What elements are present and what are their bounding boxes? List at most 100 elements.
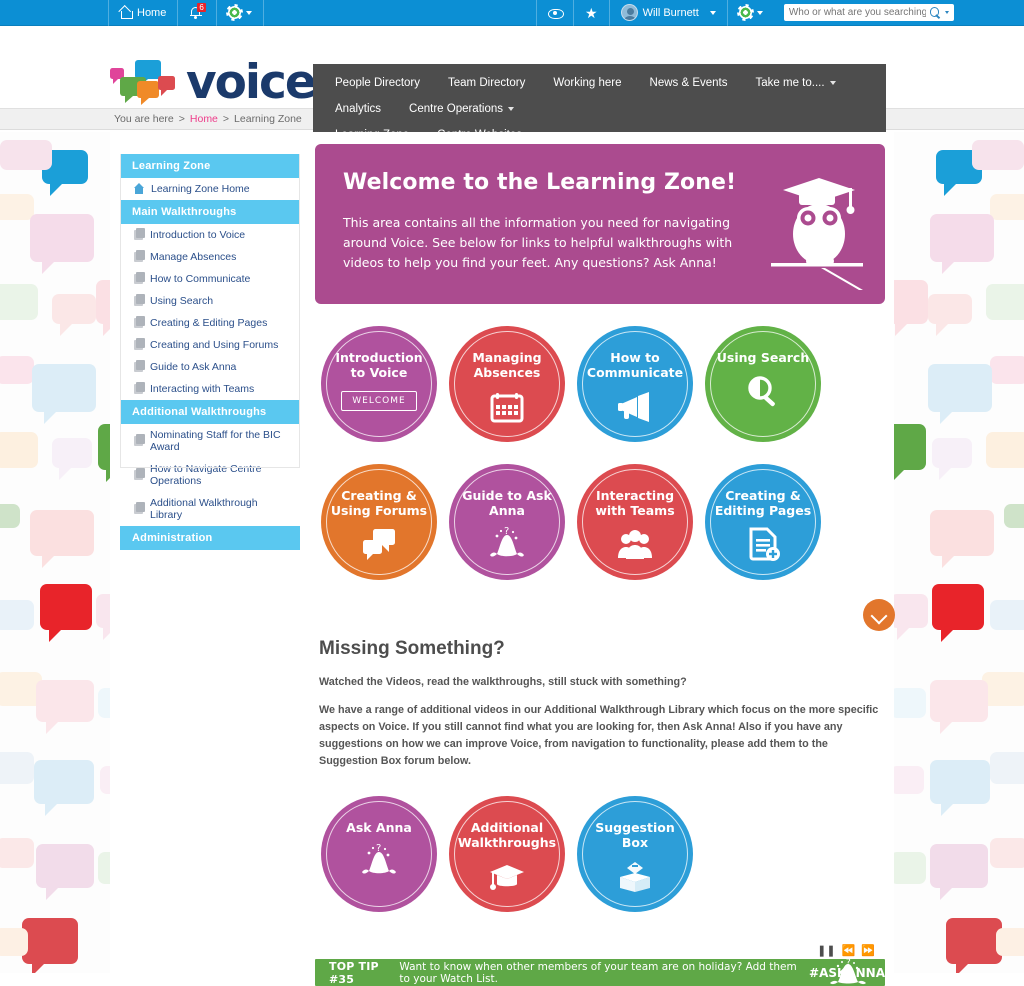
bell-icon: 6: [189, 2, 206, 21]
svg-text:?: ?: [504, 527, 509, 537]
page-icon: [134, 272, 145, 284]
nav-label: Centre Operations: [409, 103, 503, 115]
chevron-down-icon: [246, 10, 253, 15]
tile-ask-anna[interactable]: Ask Anna?: [321, 796, 437, 912]
voice-logo[interactable]: voice: [110, 55, 317, 110]
tile-title: Creating & Using Forums: [330, 488, 428, 518]
gear-icon: [228, 6, 242, 19]
top-utility-bar: Home 6 ★ Will Burnett: [0, 0, 1024, 26]
tile-title: Guide to Ask Anna: [462, 488, 552, 518]
decorative-speech-bubble: [928, 364, 992, 424]
calendar-icon: [489, 389, 525, 423]
nav-label: Take me to....: [755, 77, 825, 89]
decorative-speech-bubble: [930, 680, 988, 734]
ticker-pause-button[interactable]: ❚❚: [817, 946, 835, 957]
sidebar-item-label: Learning Zone Home: [151, 183, 250, 195]
sidebar-item[interactable]: Creating & Editing Pages: [120, 312, 300, 334]
gear-icon: [738, 6, 752, 19]
ticker-controls: ❚❚ ⏪ ⏩: [315, 946, 885, 957]
decorative-speech-bubble: [986, 284, 1024, 320]
nav-item-working-here[interactable]: Working here: [539, 70, 635, 96]
notifications-button[interactable]: 6: [178, 0, 216, 26]
sidebar-item-label: Nominating Staff for the BIC Award: [150, 429, 281, 453]
tile-title: Additional Walkthroughs: [457, 820, 557, 850]
breadcrumb-link-home[interactable]: Home: [190, 113, 218, 125]
search-icon[interactable]: [929, 7, 941, 18]
sidebar-item[interactable]: How to Navigate Centre Operations: [120, 458, 300, 492]
sidebar-item[interactable]: Interacting with Teams: [120, 378, 300, 400]
document-plus-icon: [745, 527, 781, 561]
decorative-speech-bubble: [930, 510, 994, 568]
nav-item-news-events[interactable]: News & Events: [636, 70, 742, 96]
sidebar-section-header[interactable]: Main Walkthroughs: [120, 200, 300, 224]
sidebar-item[interactable]: Creating and Using Forums: [120, 334, 300, 356]
sidebar-item[interactable]: Nominating Staff for the BIC Award: [120, 424, 300, 458]
tile-managing-absences[interactable]: Managing Absences: [449, 326, 565, 442]
tile-title: Suggestion Box: [595, 820, 675, 850]
settings-menu-right[interactable]: [728, 0, 774, 26]
decorative-speech-bubble: [990, 600, 1024, 630]
decorative-speech-bubble: [982, 672, 1024, 706]
sidebar-item-label: Additional Walkthrough Library: [150, 497, 258, 521]
tile-creating-editing-pages[interactable]: Creating & Editing Pages: [705, 464, 821, 580]
decorative-speech-bubble: [0, 432, 38, 468]
decorative-speech-bubble: [986, 432, 1024, 468]
user-menu[interactable]: Will Burnett: [610, 0, 727, 26]
wordmark: voice: [186, 55, 317, 110]
tile-how-to-communicate[interactable]: How to Communicate: [577, 326, 693, 442]
nav-item-centre-operations[interactable]: Centre Operations: [395, 96, 528, 122]
view-button[interactable]: [537, 0, 573, 26]
sidebar-item[interactable]: Additional Walkthrough Library: [120, 492, 300, 526]
decorative-speech-bubble: [972, 140, 1024, 170]
sidebar-item[interactable]: Guide to Ask Anna: [120, 356, 300, 378]
tile-creating-using-forums[interactable]: Creating & Using Forums: [321, 464, 437, 580]
decorative-speech-bubble: [36, 844, 94, 900]
search-input[interactable]: [788, 7, 926, 18]
divider: [263, 0, 265, 26]
eye-icon: [548, 6, 564, 20]
sidebar-section-header[interactable]: Learning Zone: [120, 154, 300, 178]
avatar: [620, 4, 638, 21]
chevron-down-icon: [508, 107, 514, 111]
ticker-next-button[interactable]: ⏩: [861, 946, 875, 957]
sidebar-item-label: Guide to Ask Anna: [150, 361, 237, 373]
nav-item-team-directory[interactable]: Team Directory: [434, 70, 539, 96]
decorative-speech-bubble: [32, 364, 96, 424]
sidebar-item[interactable]: How to Communicate: [120, 268, 300, 290]
tile-using-search[interactable]: Using Search: [705, 326, 821, 442]
decorative-speech-bubble: [52, 438, 92, 480]
chevron-down-icon[interactable]: [944, 11, 949, 14]
decorative-speech-bubble: [0, 600, 34, 630]
tile-guide-to-ask-anna[interactable]: Guide to Ask Anna?: [449, 464, 565, 580]
owl-graduate-icon: [763, 160, 863, 290]
tile-suggestion-box[interactable]: Suggestion Box: [577, 796, 693, 912]
nav-item-take-me-to[interactable]: Take me to....: [742, 70, 850, 96]
sidebar-section-header[interactable]: Additional Walkthroughs: [120, 400, 300, 424]
chevron-down-icon: [756, 10, 763, 15]
sidebar-item[interactable]: Using Search: [120, 290, 300, 312]
tile-interacting-with-teams[interactable]: Interacting with Teams: [577, 464, 693, 580]
nav-item-analytics[interactable]: Analytics: [321, 96, 395, 122]
ticker-previous-button[interactable]: ⏪: [842, 946, 856, 957]
megaphone-icon: [617, 389, 653, 423]
tile-row-1: Introduction to Voice WELCOME Managing Abs…: [315, 326, 885, 442]
breadcrumb-prefix: You are here: [114, 113, 174, 125]
sidebar-item[interactable]: Learning Zone Home: [120, 178, 300, 200]
sidebar-item[interactable]: Manage Absences: [120, 246, 300, 268]
nav-item-people-directory[interactable]: People Directory: [321, 70, 434, 96]
topbar-left-group: Home 6: [108, 0, 265, 26]
nav-label: Analytics: [335, 103, 382, 115]
sidebar-item-label: How to Communicate: [150, 273, 251, 285]
nav-label: People Directory: [335, 77, 421, 89]
search-box[interactable]: [783, 4, 954, 21]
tile-introduction-to-voice[interactable]: Introduction to Voice WELCOME: [321, 326, 437, 442]
settings-menu-left[interactable]: [217, 0, 263, 26]
decorative-speech-bubble: [40, 584, 92, 642]
sidebar-item[interactable]: Introduction to Voice: [120, 224, 300, 246]
tile-additional-walkthroughs[interactable]: Additional Walkthroughs: [449, 796, 565, 912]
home-button[interactable]: Home: [109, 0, 177, 26]
scroll-down-button[interactable]: [863, 599, 895, 631]
decorative-speech-bubble: [52, 294, 96, 336]
sidebar-section-header[interactable]: Administration: [120, 526, 300, 550]
favourites-button[interactable]: ★: [574, 0, 609, 26]
